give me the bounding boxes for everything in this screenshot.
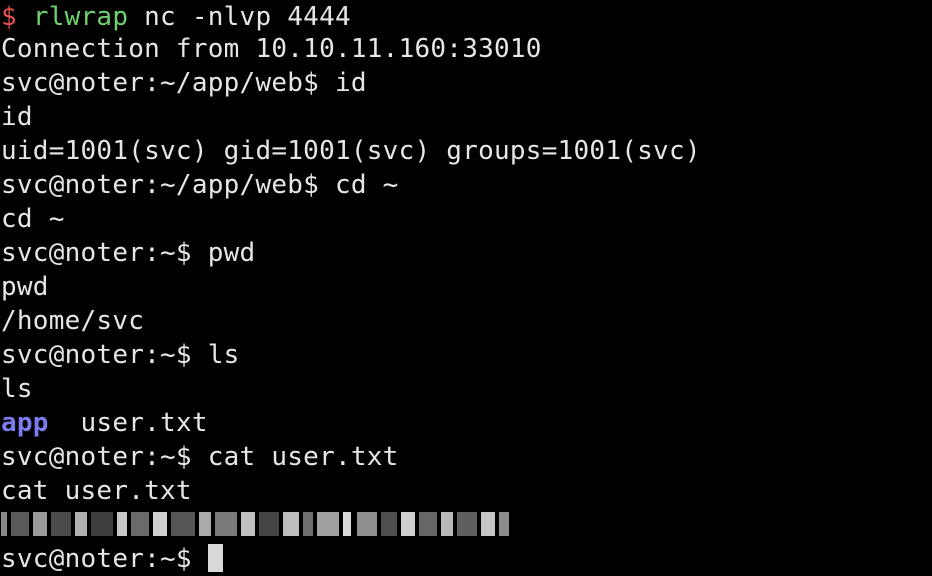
listener-command-args: nc -nlvp 4444: [128, 2, 351, 32]
ls-separator: [49, 408, 81, 438]
listener-command-line: $ rlwrap nc -nlvp 4444: [1, 0, 351, 34]
cursor-block: [207, 543, 223, 572]
echo-line-pwd: pwd: [1, 272, 49, 302]
prompt-line-id: svc@noter:~/app/web$ id: [1, 68, 367, 98]
prompt-line-cat: svc@noter:~$ cat user.txt: [1, 442, 399, 472]
current-prompt: svc@noter:~$: [1, 544, 208, 574]
pwd-output-line: /home/svc: [1, 306, 145, 336]
echo-line-cat: cat user.txt: [1, 476, 192, 506]
echo-line-cd: cd ~: [1, 204, 65, 234]
file-entry-user-txt: user.txt: [80, 408, 208, 438]
listener-command-name: rlwrap: [32, 2, 129, 32]
prompt-line-ls: svc@noter:~$ ls: [1, 340, 240, 370]
ls-output-line: app user.txt: [1, 406, 208, 440]
directory-entry-app: app: [1, 408, 49, 438]
current-prompt-line[interactable]: svc@noter:~$: [1, 542, 223, 576]
terminal-window[interactable]: $ rlwrap nc -nlvp 4444 Connection from 1…: [0, 0, 932, 576]
echo-line-ls: ls: [1, 374, 33, 404]
prompt-line-pwd: svc@noter:~$ pwd: [1, 238, 256, 268]
pixelated-flag: [1, 512, 509, 536]
prompt-line-cd: svc@noter:~/app/web$ cd ~: [1, 170, 399, 200]
echo-line-id: id: [1, 102, 33, 132]
id-output-line: uid=1001(svc) gid=1001(svc) groups=1001(…: [1, 136, 701, 166]
redacted-flag-line: [1, 508, 509, 542]
prompt-symbol: $: [1, 2, 17, 32]
connection-line: Connection from 10.10.11.160:33010: [1, 34, 542, 64]
